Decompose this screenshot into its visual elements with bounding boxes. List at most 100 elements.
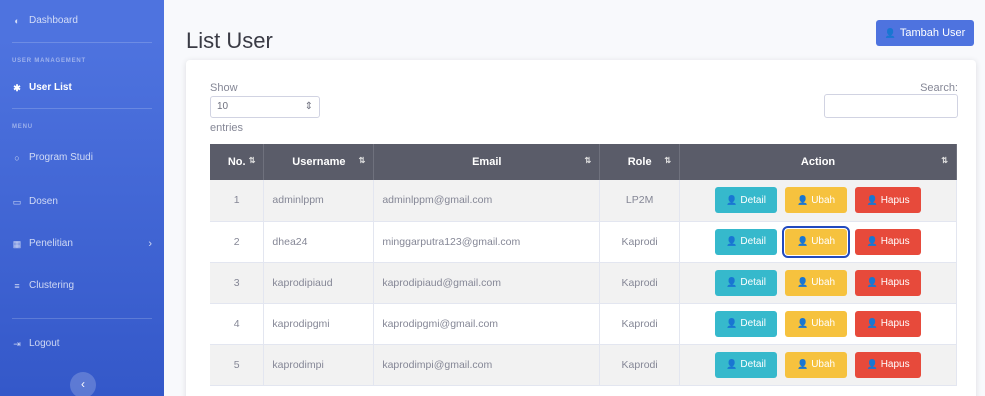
add-user-button[interactable]: 👤 Tambah User: [876, 20, 974, 46]
column-header-role[interactable]: Role ⇅: [599, 144, 681, 180]
table-row: 5 kaprodimpi kaprodimpi@gmail.com Kaprod…: [210, 344, 957, 386]
gear-icon: ✱: [13, 82, 21, 93]
sidebar-item-program-studi[interactable]: ○ Program Studi: [12, 152, 93, 163]
sidebar-item-logout[interactable]: ⇥ Logout: [12, 338, 60, 349]
chart-icon: ▦: [12, 238, 22, 249]
user-minus-icon: 👤: [866, 236, 878, 246]
sidebar-item-penelitian[interactable]: ▦ Penelitian ›: [12, 237, 152, 250]
table-row: 2 dhea24 minggarputra123@gmail.com Kapro…: [210, 221, 957, 263]
delete-button[interactable]: 👤 Hapus: [855, 351, 922, 378]
button-label: Hapus: [880, 236, 910, 247]
chevron-right-icon: ›: [148, 237, 152, 250]
page-title: List User: [186, 28, 273, 53]
button-label: Detail: [740, 359, 766, 370]
cell-role: Kaprodi: [599, 303, 681, 345]
cell-role: Kaprodi: [599, 344, 681, 386]
entries-value: 10: [217, 101, 229, 112]
cell-email: kaprodipgmi@gmail.com: [373, 303, 601, 345]
sidebar-item-dashboard[interactable]: ◐ Dashboard: [12, 15, 78, 26]
edit-button[interactable]: 👤 Ubah: [785, 187, 848, 214]
edit-button[interactable]: 👤 Ubah: [785, 351, 848, 378]
cell-action: 👤 Detail 👤 Ubah 👤 Hapus: [679, 180, 957, 222]
sidebar: ◐ Dashboard USER MANAGEMENT ✱ User List …: [0, 0, 164, 396]
cell-no: 2: [210, 221, 265, 263]
user-minus-icon: 👤: [866, 359, 878, 369]
edit-button[interactable]: 👤 Ubah: [782, 225, 851, 258]
sort-icon: ⇅: [358, 156, 366, 165]
cell-role: Kaprodi: [599, 262, 681, 304]
cell-username: kaprodipiaud: [263, 262, 375, 304]
table-row: 1 adminlppm adminlppm@gmail.com LP2M 👤 De…: [210, 180, 957, 222]
user-edit-icon: 👤: [796, 359, 809, 369]
column-header-action[interactable]: Action ⇅: [679, 144, 957, 180]
cell-username: kaprodimpi: [263, 344, 375, 386]
user-minus-icon: 👤: [866, 318, 878, 328]
cell-email: kaprodipiaud@gmail.com: [373, 262, 601, 304]
list-icon: ≡: [14, 280, 20, 291]
sort-icon: ⇅: [664, 156, 672, 165]
delete-button[interactable]: 👤 Hapus: [855, 228, 922, 255]
sidebar-item-clustering[interactable]: ≡ Clustering: [12, 280, 74, 291]
header-label: No.: [227, 156, 246, 168]
sidebar-divider: [12, 108, 152, 109]
sidebar-item-label: Dashboard: [29, 15, 78, 26]
cell-no: 1: [210, 180, 265, 222]
detail-button[interactable]: 👤 Detail: [715, 351, 778, 378]
user-table: No. ⇅ Username ⇅ Email ⇅ Role ⇅ Action ⇅ 1 ad…: [210, 144, 957, 386]
table-row: 4 kaprodipgmi kaprodipgmi@gmail.com Kapr…: [210, 303, 957, 345]
edit-button[interactable]: 👤 Ubah: [785, 269, 848, 296]
button-label: Detail: [740, 277, 766, 288]
cell-no: 4: [210, 303, 265, 345]
dashboard-icon: ◐: [14, 15, 20, 26]
column-header-email[interactable]: Email ⇅: [373, 144, 601, 180]
user-minus-icon: 👤: [866, 194, 878, 205]
search-icon: ○: [14, 152, 20, 163]
header-label: Email: [472, 156, 502, 168]
entries-label: entries: [210, 122, 244, 134]
column-header-username[interactable]: Username ⇅: [263, 144, 375, 180]
cell-action: 👤 Detail 👤 Ubah 👤 Hapus: [679, 262, 957, 304]
cell-no: 3: [210, 262, 265, 304]
search-input[interactable]: [824, 94, 958, 118]
cell-username: dhea24: [263, 221, 375, 263]
button-label: Hapus: [880, 359, 910, 370]
cell-action: 👤 Detail 👤 Ubah 👤 Hapus: [679, 303, 957, 345]
detail-button[interactable]: 👤 Detail: [715, 269, 778, 296]
user-edit-icon: 👤: [796, 277, 809, 287]
button-label: Hapus: [880, 318, 910, 329]
delete-button[interactable]: 👤 Hapus: [855, 187, 922, 214]
cell-email: adminlppm@gmail.com: [373, 180, 601, 222]
sidebar-heading-menu: MENU: [12, 124, 33, 130]
select-arrows-icon: ⇕: [304, 101, 313, 112]
user-minus-icon: 👤: [866, 277, 878, 287]
cell-role: Kaprodi: [599, 221, 681, 263]
sort-icon: ⇅: [941, 156, 948, 165]
sidebar-toggle-button[interactable]: ‹: [70, 372, 96, 396]
cell-username: kaprodipgmi: [263, 303, 375, 345]
sidebar-item-label: User List: [29, 82, 72, 93]
user-table-card: Show 10 ⇕ entries Search: No. ⇅ Username ⇅…: [186, 60, 976, 396]
sidebar-divider: [12, 318, 152, 319]
sidebar-item-label: Dosen: [29, 196, 58, 207]
user-icon: 👤: [726, 359, 738, 369]
edit-button[interactable]: 👤 Ubah: [785, 310, 848, 337]
button-label: Ubah: [811, 318, 836, 329]
cell-role: LP2M: [599, 180, 681, 222]
sidebar-item-label: Logout: [29, 338, 60, 349]
button-label: Hapus: [880, 277, 910, 288]
sidebar-divider: [12, 42, 152, 43]
entries-select[interactable]: 10 ⇕: [210, 96, 320, 118]
cell-no: 5: [210, 344, 265, 386]
sidebar-item-user-list[interactable]: ✱ User List: [12, 82, 72, 93]
column-header-no[interactable]: No. ⇅: [210, 144, 265, 180]
delete-button[interactable]: 👤 Hapus: [855, 269, 922, 296]
cell-email: minggarputra123@gmail.com: [373, 221, 601, 263]
sidebar-item-label: Program Studi: [29, 152, 93, 163]
delete-button[interactable]: 👤 Hapus: [855, 310, 922, 337]
sidebar-item-dosen[interactable]: ▭ Dosen: [12, 196, 58, 207]
detail-button[interactable]: 👤 Detail: [715, 187, 778, 214]
detail-button[interactable]: 👤 Detail: [715, 228, 778, 255]
detail-button[interactable]: 👤 Detail: [715, 310, 778, 337]
user-edit-icon: 👤: [796, 194, 809, 205]
sidebar-item-label: Penelitian: [29, 238, 73, 249]
